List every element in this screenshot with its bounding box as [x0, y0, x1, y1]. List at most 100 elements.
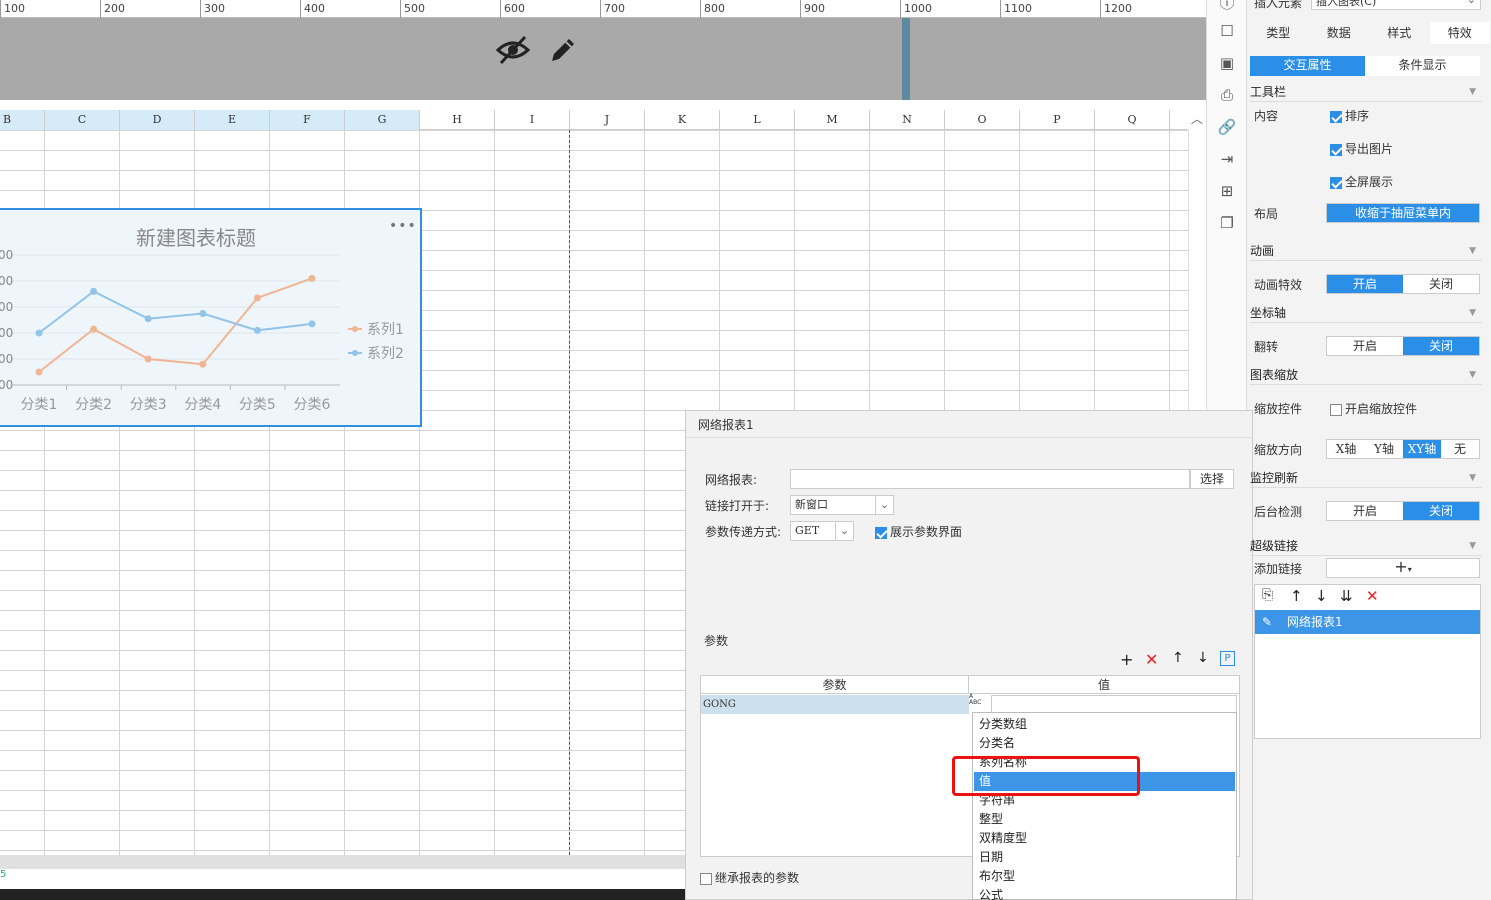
column-header-b[interactable]: B: [0, 110, 45, 130]
tab-data[interactable]: 数据: [1309, 22, 1370, 44]
parameter-icon[interactable]: P: [1220, 651, 1235, 666]
y-tick-label: 00: [0, 326, 13, 340]
section-animation-title: 动画: [1250, 244, 1275, 258]
dropdown-option[interactable]: 日期: [979, 848, 1003, 867]
tree-icon[interactable]: ⊞: [1217, 182, 1237, 202]
property-tabs: 类型 数据 样式 特效: [1248, 22, 1490, 44]
column-header-n[interactable]: N: [870, 110, 945, 130]
column-header-p[interactable]: P: [1020, 110, 1095, 130]
open-in-value: 新窗口: [795, 498, 828, 511]
move-down-icon[interactable]: ↓: [1315, 587, 1328, 605]
open-in-select[interactable]: 新窗口 ⌄: [790, 495, 894, 515]
tab-style[interactable]: 样式: [1369, 22, 1430, 44]
widget-icon[interactable]: ▣: [1217, 54, 1237, 74]
zoom-none-button[interactable]: 无: [1441, 440, 1479, 458]
tab-type[interactable]: 类型: [1248, 22, 1309, 44]
move-down-icon[interactable]: ↓: [1197, 650, 1209, 666]
move-up-icon[interactable]: ↑: [1172, 650, 1184, 666]
caret-down-icon: ▾: [1407, 565, 1412, 574]
hide-icon[interactable]: [495, 34, 531, 66]
flip-on-button[interactable]: 开启: [1327, 337, 1403, 355]
square-icon[interactable]: ☐: [1217, 22, 1237, 42]
column-header-k[interactable]: K: [645, 110, 720, 130]
flip-off-button[interactable]: 关闭: [1403, 337, 1479, 355]
column-header-m[interactable]: M: [795, 110, 870, 130]
page-icon[interactable]: ❐: [1217, 214, 1237, 234]
column-header-g[interactable]: G: [345, 110, 420, 130]
section-animation[interactable]: 动画 ▼: [1250, 241, 1482, 261]
report-input[interactable]: [790, 469, 1190, 489]
section-hyperlink[interactable]: 超级链接 ▼: [1250, 536, 1482, 556]
insert-element-select[interactable]: 插入图表(C) ⌄: [1311, 0, 1481, 10]
layout-select[interactable]: 收缩于抽屉菜单内: [1326, 203, 1480, 223]
series-point-1: [144, 355, 152, 363]
animation-toggle: 开启 关闭: [1326, 274, 1480, 294]
dropdown-option[interactable]: 分类名: [979, 734, 1015, 753]
edit-pencil-icon[interactable]: [547, 34, 579, 66]
monitor-off-button[interactable]: 关闭: [1403, 502, 1479, 520]
show-params-checkbox[interactable]: 展示参数界面: [875, 523, 962, 540]
param-value-input[interactable]: [991, 695, 1237, 713]
param-name-cell[interactable]: GONG: [701, 695, 969, 714]
select-button[interactable]: 选择: [1190, 469, 1234, 489]
column-header-f[interactable]: F: [270, 110, 345, 130]
section-monitor[interactable]: 监控刷新 ▼: [1250, 468, 1482, 488]
column-header-d[interactable]: D: [120, 110, 195, 130]
monitor-on-button[interactable]: 开启: [1327, 502, 1403, 520]
zoom-xy-button[interactable]: XY轴: [1403, 440, 1441, 458]
copy-icon[interactable]: ⎘: [1262, 587, 1273, 603]
move-bottom-icon[interactable]: ⇊: [1340, 587, 1353, 605]
delete-icon[interactable]: ✕: [1145, 650, 1158, 669]
method-select[interactable]: GET ⌄: [790, 521, 854, 541]
link-icon[interactable]: 🔗: [1217, 118, 1237, 138]
grid-column-line: [494, 130, 495, 855]
column-header-q[interactable]: Q: [1095, 110, 1170, 130]
chevron-down-icon: ⌄: [1467, 0, 1476, 7]
column-header-i[interactable]: I: [495, 110, 570, 130]
link-item[interactable]: ✎ 网络报表1: [1255, 610, 1480, 634]
vertical-scrollbar[interactable]: [1188, 130, 1206, 410]
subtab-interaction[interactable]: 交互属性: [1250, 56, 1365, 76]
column-header-j[interactable]: J: [570, 110, 645, 130]
horizontal-scrollbar[interactable]: [0, 855, 685, 869]
zoom-control-checkbox[interactable]: 开启缩放控件: [1330, 400, 1417, 417]
column-header-l[interactable]: L: [720, 110, 795, 130]
dropdown-option[interactable]: 分类数组: [979, 715, 1027, 734]
import-icon[interactable]: ⇥: [1217, 150, 1237, 170]
dropdown-option[interactable]: 整型: [979, 810, 1003, 829]
export-image-checkbox[interactable]: 导出图片: [1330, 140, 1393, 157]
dropdown-option[interactable]: 双精度型: [979, 829, 1027, 848]
type-switch-icon[interactable]: A ABC: [969, 694, 991, 712]
fullscreen-checkbox[interactable]: 全屏展示: [1330, 173, 1393, 190]
section-axis[interactable]: 坐标轴 ▼: [1250, 303, 1482, 323]
sort-checkbox[interactable]: 排序: [1330, 107, 1369, 124]
zoom-y-button[interactable]: Y轴: [1365, 440, 1403, 458]
add-link-button[interactable]: +▾: [1326, 558, 1480, 578]
column-header-o[interactable]: O: [945, 110, 1020, 130]
zoom-x-button[interactable]: X轴: [1327, 440, 1365, 458]
chart-title[interactable]: 新建图表标题: [0, 222, 392, 251]
ruler-tick: 700: [600, 0, 625, 18]
column-header-e[interactable]: E: [195, 110, 270, 130]
scroll-up-icon[interactable]: ︿: [1188, 110, 1206, 130]
dropdown-option[interactable]: 公式: [979, 886, 1003, 900]
series-point-2: [308, 320, 316, 328]
delete-icon[interactable]: ✕: [1366, 587, 1379, 605]
move-up-icon[interactable]: ↑: [1290, 587, 1303, 605]
printer-icon[interactable]: ⎙: [1217, 86, 1237, 106]
dropdown-option[interactable]: 布尔型: [979, 867, 1015, 886]
column-header-c[interactable]: C: [45, 110, 120, 130]
inherit-params-checkbox[interactable]: 继承报表的参数: [700, 869, 799, 886]
add-icon[interactable]: +: [1120, 650, 1133, 669]
animation-off-button[interactable]: 关闭: [1403, 275, 1479, 293]
canvas-guide-line[interactable]: [902, 18, 910, 100]
tab-effects[interactable]: 特效: [1429, 22, 1490, 44]
inherit-params-label: 继承报表的参数: [715, 871, 800, 885]
info-icon[interactable]: ⓘ: [1217, 0, 1237, 12]
section-toolbar[interactable]: 工具栏 ▼: [1250, 82, 1482, 102]
section-zoom[interactable]: 图表缩放 ▼: [1250, 365, 1482, 385]
subtab-condition-display[interactable]: 条件显示: [1365, 56, 1480, 76]
animation-on-button[interactable]: 开启: [1327, 275, 1403, 293]
chart-more-icon[interactable]: •••: [389, 218, 417, 234]
column-header-h[interactable]: H: [420, 110, 495, 130]
